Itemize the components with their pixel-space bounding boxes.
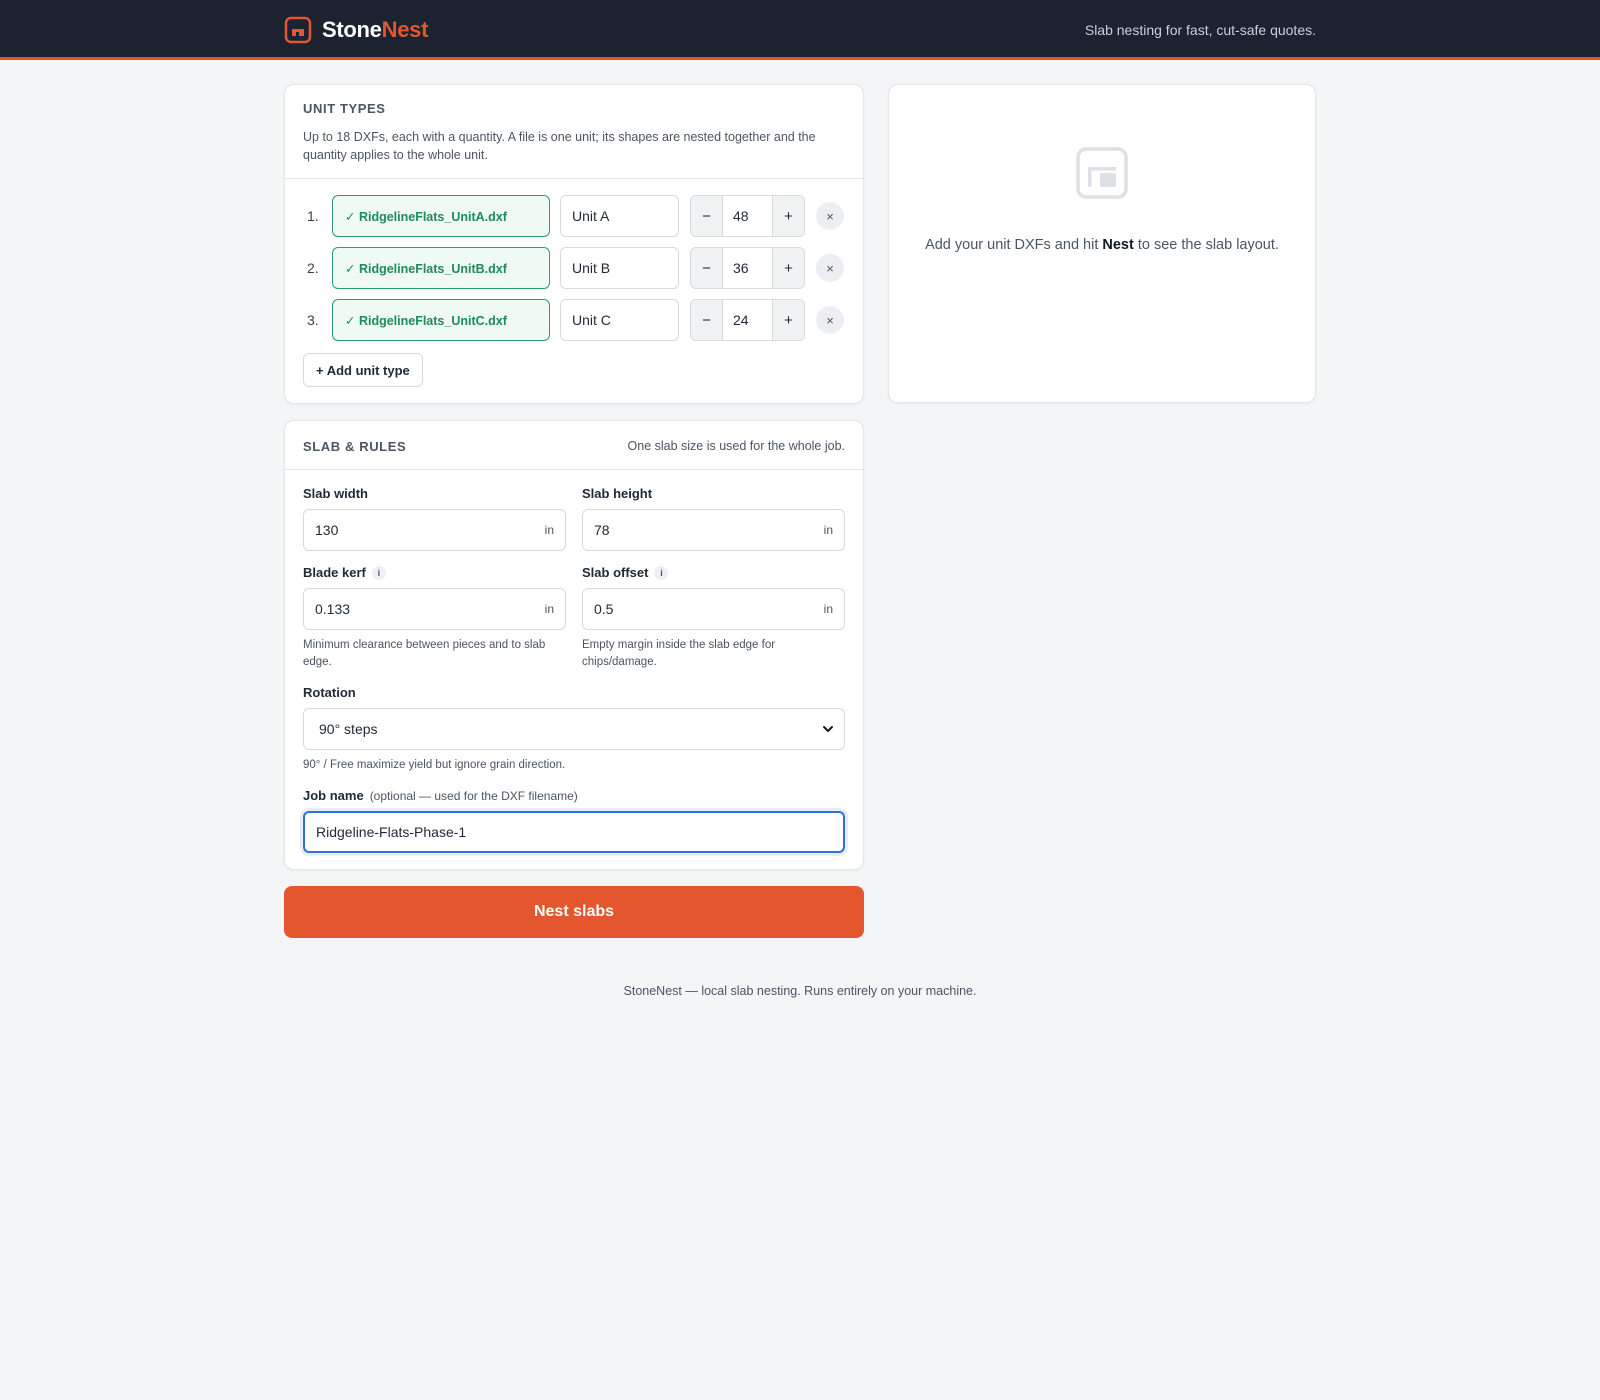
slab-width-field: Slab width 130 in	[303, 486, 566, 551]
slab-offset-label: Slab offset	[582, 565, 649, 580]
unit-number: 1.	[307, 208, 319, 224]
top-bar: StoneNest Slab nesting for fast, cut-saf…	[0, 0, 1600, 60]
footer: StoneNest — local slab nesting. Runs ent…	[623, 984, 977, 998]
unit-types-card: UNIT TYPES Up to 18 DXFs, each with a qu…	[284, 84, 864, 404]
slab-rules-note: One slab size is used for the whole job.	[627, 439, 845, 453]
brand[interactable]: StoneNest	[284, 16, 428, 44]
unit-row: 2. ✓ RidgelineFlats_UnitB.dxf Unit B − 3…	[303, 247, 845, 289]
tagline: Slab nesting for fast, cut-safe quotes.	[1084, 22, 1316, 38]
quantity-input[interactable]: 24	[722, 300, 773, 340]
unit-name-input[interactable]: Unit C	[560, 299, 679, 341]
slab-preview-card: Add your unit DXFs and hit Nest to see t…	[888, 84, 1316, 403]
decrement-button[interactable]: −	[691, 300, 722, 340]
unit-row: 3. ✓ RidgelineFlats_UnitC.dxf Unit C − 2…	[303, 299, 845, 341]
unit-suffix: in	[544, 523, 554, 537]
job-name-optional-hint: (optional — used for the DXF filename)	[369, 788, 578, 803]
decrement-button[interactable]: −	[691, 248, 722, 288]
rotation-help: 90° / Free maximize yield but ignore gra…	[303, 759, 566, 771]
slab-placeholder-icon	[1076, 147, 1128, 199]
unit-name-input[interactable]: Unit B	[560, 247, 679, 289]
slab-offset-help: Empty margin inside the slab edge for ch…	[582, 639, 776, 668]
slab-width-label: Slab width	[303, 486, 368, 501]
quantity-stepper: − 36 +	[690, 247, 805, 289]
job-name-field: Job name (optional — used for the DXF fi…	[303, 788, 845, 853]
dxf-file-picker[interactable]: ✓ RidgelineFlats_UnitC.dxf	[332, 299, 550, 341]
increment-button[interactable]: +	[773, 300, 804, 340]
blade-kerf-input[interactable]: 0.133 in	[303, 588, 566, 630]
brand-name: StoneNest	[322, 17, 429, 42]
quantity-input[interactable]: 36	[722, 248, 773, 288]
unit-number: 3.	[307, 312, 319, 328]
info-icon[interactable]: i	[371, 565, 386, 580]
job-name-label: Job name	[303, 788, 364, 803]
decrement-button[interactable]: −	[691, 196, 722, 236]
slab-height-label: Slab height	[582, 486, 653, 501]
dxf-file-picker[interactable]: ✓ RidgelineFlats_UnitB.dxf	[332, 247, 550, 289]
unit-suffix: in	[823, 602, 833, 616]
unit-types-description: Up to 18 DXFs, each with a quantity. A f…	[303, 130, 816, 162]
main-layout: UNIT TYPES Up to 18 DXFs, each with a qu…	[284, 84, 1316, 938]
quantity-input[interactable]: 48	[722, 196, 773, 236]
chevron-down-icon	[823, 726, 833, 732]
blade-kerf-help: Minimum clearance between pieces and to …	[303, 639, 546, 668]
rotation-select[interactable]: 90° steps	[303, 708, 845, 750]
quantity-stepper: − 48 +	[690, 195, 805, 237]
blade-kerf-label: Blade kerf	[303, 565, 366, 580]
increment-button[interactable]: +	[773, 196, 804, 236]
right-column: Add your unit DXFs and hit Nest to see t…	[888, 84, 1316, 403]
remove-unit-button[interactable]: ×	[816, 254, 844, 282]
rotation-label: Rotation	[303, 685, 356, 700]
blade-kerf-field: Blade kerf i 0.133 in Minimum clearance …	[303, 565, 566, 671]
unit-row: 1. ✓ RidgelineFlats_UnitA.dxf Unit A − 4…	[303, 195, 845, 237]
nest-slabs-button[interactable]: Nest slabs	[284, 886, 864, 938]
slab-offset-input[interactable]: 0.5 in	[582, 588, 845, 630]
remove-unit-button[interactable]: ×	[816, 306, 844, 334]
unit-types-title: UNIT TYPES	[303, 101, 386, 116]
logo-icon	[284, 16, 312, 44]
rotation-field: Rotation 90° steps 90° / Free maximize y…	[303, 685, 845, 774]
unit-types-list: 1. ✓ RidgelineFlats_UnitA.dxf Unit A − 4…	[285, 179, 863, 403]
unit-suffix: in	[823, 523, 833, 537]
add-unit-type-button[interactable]: + Add unit type	[303, 353, 423, 387]
increment-button[interactable]: +	[773, 248, 804, 288]
left-column: UNIT TYPES Up to 18 DXFs, each with a qu…	[284, 84, 864, 938]
remove-unit-button[interactable]: ×	[816, 202, 844, 230]
unit-number: 2.	[307, 260, 319, 276]
preview-message: Add your unit DXFs and hit Nest to see t…	[925, 237, 1279, 253]
info-icon[interactable]: i	[654, 565, 669, 580]
slab-height-input[interactable]: 78 in	[582, 509, 845, 551]
job-name-input[interactable]: Ridgeline-Flats-Phase-1	[303, 811, 845, 853]
slab-offset-field: Slab offset i 0.5 in Empty margin inside…	[582, 565, 845, 671]
quantity-stepper: − 24 +	[690, 299, 805, 341]
slab-height-field: Slab height 78 in	[582, 486, 845, 551]
dxf-file-picker[interactable]: ✓ RidgelineFlats_UnitA.dxf	[332, 195, 550, 237]
unit-name-input[interactable]: Unit A	[560, 195, 679, 237]
unit-suffix: in	[544, 602, 554, 616]
slab-rules-card: SLAB & RULES One slab size is used for t…	[284, 420, 864, 870]
slab-rules-title: SLAB & RULES	[303, 438, 407, 454]
slab-width-input[interactable]: 130 in	[303, 509, 566, 551]
